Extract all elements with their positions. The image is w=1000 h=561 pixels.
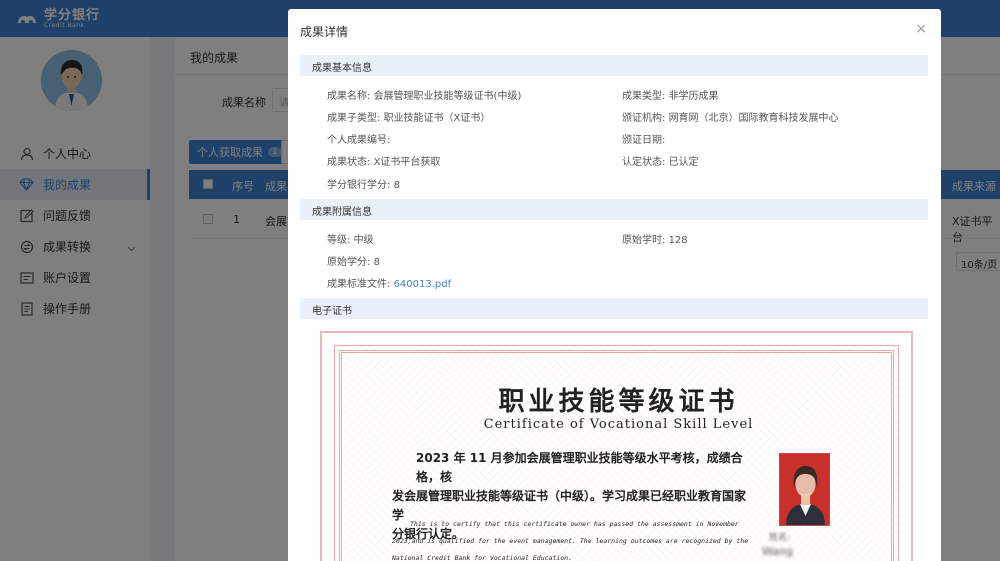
field-value: 职业技能证书（X证书） xyxy=(383,113,491,124)
field-hours: 原始学时: 128 xyxy=(622,231,688,246)
field-standard-file: 成果标准文件: 640013.pdf xyxy=(327,275,451,290)
field-subtype: 成果子类型: 职业技能证书（X证书） xyxy=(327,109,490,124)
field-label: 成果子类型: xyxy=(327,113,381,124)
field-orig-credit: 原始学分: 8 xyxy=(327,253,380,268)
field-label: 成果状态: xyxy=(327,157,371,168)
field-value: 中级 xyxy=(353,235,374,246)
field-status: 成果状态: X证书平台获取 xyxy=(327,153,440,168)
field-value: X证书平台获取 xyxy=(373,157,441,168)
certificate-text-line: 2023,and is qualified for the event mana… xyxy=(392,537,749,545)
field-value: 128 xyxy=(668,235,688,246)
certificate-subtitle: Certificate of Vocational Skill Level xyxy=(483,417,754,432)
certificate-image: 职业技能等级证书 Certificate of Vocational Skill… xyxy=(320,331,913,561)
field-label: 认定状态: xyxy=(622,157,666,168)
field-label: 个人成果编号: xyxy=(327,135,391,146)
field-number: 个人成果编号: xyxy=(327,131,390,146)
achievement-detail-dialog: 成果详情 × 成果基本信息 成果名称: 会展管理职业技能等级证书(中级) 成果类… xyxy=(288,9,941,561)
field-cert-status: 认定状态: 已认定 xyxy=(622,153,699,168)
field-value: 会展管理职业技能等级证书(中级) xyxy=(373,91,522,102)
section-basic-info: 成果基本信息 xyxy=(300,55,928,76)
field-label: 等级: xyxy=(327,235,351,246)
field-value: 8 xyxy=(393,180,400,191)
certificate-text-line: This is to certify that this certificate… xyxy=(410,520,739,528)
holder-photo xyxy=(779,453,830,526)
section-attach-info: 成果附属信息 xyxy=(300,199,928,220)
field-label: 颁证机构: xyxy=(622,113,666,124)
field-credit: 学分银行学分: 8 xyxy=(327,176,400,191)
field-name: 成果名称: 会展管理职业技能等级证书(中级) xyxy=(327,87,521,102)
field-label: 颁证日期: xyxy=(622,135,666,146)
field-label: 成果类型: xyxy=(622,91,666,102)
field-value: 8 xyxy=(373,257,380,268)
field-value: 已认定 xyxy=(668,157,699,168)
field-date: 颁证日期: xyxy=(622,131,665,146)
holder-name-en-blurred: Wang xyxy=(762,545,793,558)
standard-file-link[interactable]: 640013.pdf xyxy=(394,279,452,290)
field-issuer: 颁证机构: 网育网（北京）国际教育科技发展中心 xyxy=(622,109,839,124)
field-label: 原始学分: xyxy=(327,257,371,268)
section-e-certificate: 电子证书 xyxy=(300,298,928,319)
field-value: 网育网（北京）国际教育科技发展中心 xyxy=(668,113,839,124)
certificate-text-line: National Credit Bank for Vocational Educ… xyxy=(392,554,573,561)
field-label: 学分银行学分: xyxy=(327,180,391,191)
certificate-title: 职业技能等级证书 xyxy=(498,387,739,417)
certificate-text-line: 2023 年 11 月参加会展管理职业技能等级水平考核，成绩合格，核 xyxy=(416,451,743,484)
field-type: 成果类型: 非学历成果 xyxy=(622,87,719,102)
field-label: 成果标准文件: xyxy=(327,279,391,290)
field-value: 非学历成果 xyxy=(668,91,719,102)
field-label: 成果名称: xyxy=(327,91,371,102)
field-label: 原始学时: xyxy=(622,235,666,246)
dialog-title: 成果详情 xyxy=(300,25,349,39)
field-level: 等级: 中级 xyxy=(327,231,374,246)
holder-name-blurred: 姓名: xyxy=(769,533,791,543)
close-icon[interactable]: × xyxy=(915,21,927,37)
certificate-text-en: This is to certify that this certificate… xyxy=(392,516,762,561)
